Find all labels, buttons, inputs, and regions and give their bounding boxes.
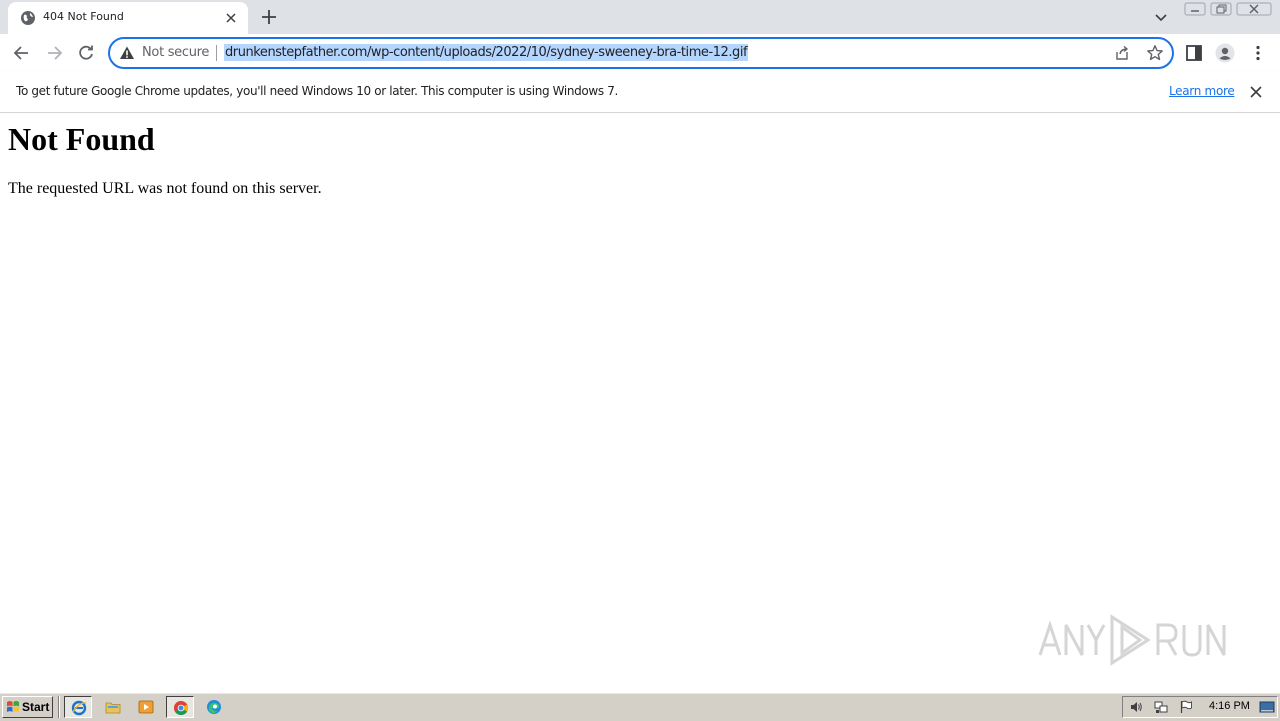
close-icon[interactable] xyxy=(1249,85,1263,99)
forward-arrow-icon[interactable] xyxy=(44,43,64,63)
system-tray: 4:16 PM xyxy=(1122,696,1278,718)
windows-logo-icon xyxy=(7,701,19,712)
globe-icon xyxy=(21,11,35,25)
taskbar-clock[interactable]: 4:16 PM xyxy=(1209,700,1250,712)
kebab-menu-icon[interactable] xyxy=(1248,43,1268,63)
bookmark-star-icon[interactable] xyxy=(1146,44,1164,62)
tab-close-icon[interactable] xyxy=(224,11,238,25)
action-center-flag-icon[interactable] xyxy=(1179,700,1193,714)
reload-icon[interactable] xyxy=(76,43,96,63)
url-text[interactable]: drunkenstepfather.com/wp-content/uploads… xyxy=(224,44,749,61)
address-bar[interactable]: Not secure drunkenstepfather.com/wp-cont… xyxy=(108,37,1174,69)
taskbar-app-media-player[interactable] xyxy=(132,696,160,718)
infobar-message: To get future Google Chrome updates, you… xyxy=(16,84,619,98)
page-title: Not Found xyxy=(8,121,155,157)
new-tab-icon[interactable] xyxy=(260,8,278,26)
taskbar-app-edge[interactable] xyxy=(200,696,228,718)
omnibox-divider xyxy=(216,45,217,61)
anyrun-watermark-logo xyxy=(1038,614,1226,666)
not-secure-label[interactable]: Not secure xyxy=(142,45,209,60)
edge-icon xyxy=(207,700,221,714)
folder-icon xyxy=(105,702,121,714)
close-window-icon[interactable] xyxy=(1236,2,1272,16)
page-content: Not Found The requested URL was not foun… xyxy=(0,113,1280,691)
taskbar-app-ie[interactable] xyxy=(64,696,92,718)
taskbar-divider xyxy=(58,696,60,718)
share-icon[interactable] xyxy=(1114,45,1130,61)
media-player-icon xyxy=(138,700,154,714)
network-icon[interactable] xyxy=(1154,700,1168,714)
chevron-down-icon[interactable] xyxy=(1153,9,1169,25)
start-button[interactable]: Start xyxy=(2,696,53,718)
update-infobar: To get future Google Chrome updates, you… xyxy=(0,72,1280,113)
tab-strip: 404 Not Found xyxy=(0,0,1280,34)
chrome-icon xyxy=(174,701,188,715)
volume-icon[interactable] xyxy=(1129,700,1143,714)
show-desktop-icon[interactable] xyxy=(1259,700,1275,714)
warning-triangle-icon[interactable] xyxy=(119,45,135,61)
back-arrow-icon[interactable] xyxy=(12,43,32,63)
tab-active[interactable]: 404 Not Found xyxy=(8,2,248,34)
start-label: Start xyxy=(22,700,50,714)
tab-title: 404 Not Found xyxy=(43,10,124,23)
restore-window-icon[interactable] xyxy=(1210,2,1232,16)
learn-more-link[interactable]: Learn more xyxy=(1169,84,1235,98)
error-message: The requested URL was not found on this … xyxy=(8,180,322,197)
taskbar-app-explorer[interactable] xyxy=(99,696,127,718)
internet-explorer-icon xyxy=(71,700,87,716)
browser-toolbar: Not secure drunkenstepfather.com/wp-cont… xyxy=(0,34,1280,72)
profile-avatar-icon[interactable] xyxy=(1215,43,1235,63)
side-panel-icon[interactable] xyxy=(1184,43,1204,63)
taskbar-app-chrome[interactable] xyxy=(166,696,194,718)
minimize-window-icon[interactable] xyxy=(1184,2,1206,16)
windows-taskbar: Start 4:16 PM xyxy=(0,692,1280,721)
